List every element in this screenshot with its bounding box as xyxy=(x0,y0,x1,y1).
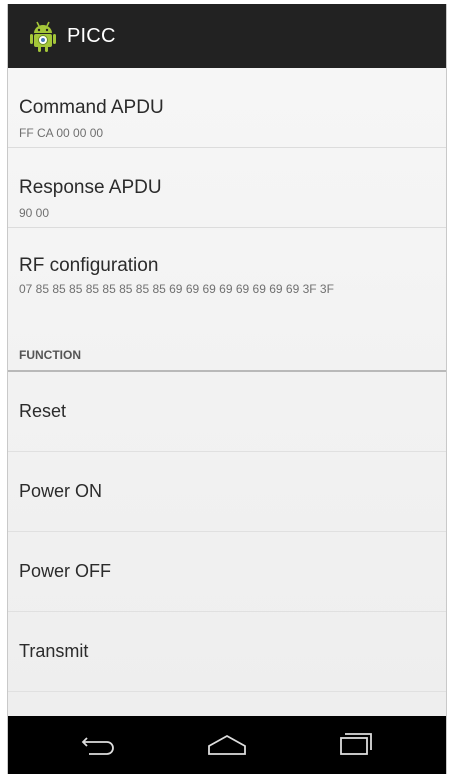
category-header: FUNCTION xyxy=(8,340,446,372)
reset-button[interactable]: Reset xyxy=(8,372,446,452)
action-bar: PICC xyxy=(8,4,446,68)
pref-response-apdu[interactable]: Response APDU 90 00 xyxy=(8,148,446,228)
pref-summary: 90 00 xyxy=(19,206,50,220)
app-window: PICC Command APDU FF CA 00 00 00 Respons… xyxy=(7,4,447,774)
home-icon[interactable] xyxy=(203,728,251,760)
pref-title: Response APDU xyxy=(19,177,162,198)
app-title: PICC xyxy=(67,24,116,47)
back-icon[interactable] xyxy=(75,728,123,760)
pref-command-apdu[interactable]: Command APDU FF CA 00 00 00 xyxy=(8,68,446,148)
android-robot-icon[interactable] xyxy=(29,19,57,53)
recent-apps-icon[interactable] xyxy=(331,728,379,760)
pref-rf-configuration[interactable]: RF configuration 07 85 85 85 85 85 85 85… xyxy=(8,228,446,340)
pref-title: Command APDU xyxy=(19,97,164,118)
pref-title: RF configuration xyxy=(19,255,159,276)
preference-list: Command APDU FF CA 00 00 00 Response APD… xyxy=(8,68,446,716)
power-on-button[interactable]: Power ON xyxy=(8,452,446,532)
pref-summary: FF CA 00 00 00 xyxy=(19,126,104,140)
screen: PICC Command APDU FF CA 00 00 00 Respons… xyxy=(0,0,452,774)
transmit-button[interactable]: Transmit xyxy=(8,612,446,692)
power-off-button[interactable]: Power OFF xyxy=(8,532,446,612)
navigation-bar xyxy=(8,716,446,774)
pref-summary: 07 85 85 85 85 85 85 85 85 69 69 69 69 6… xyxy=(19,282,334,296)
